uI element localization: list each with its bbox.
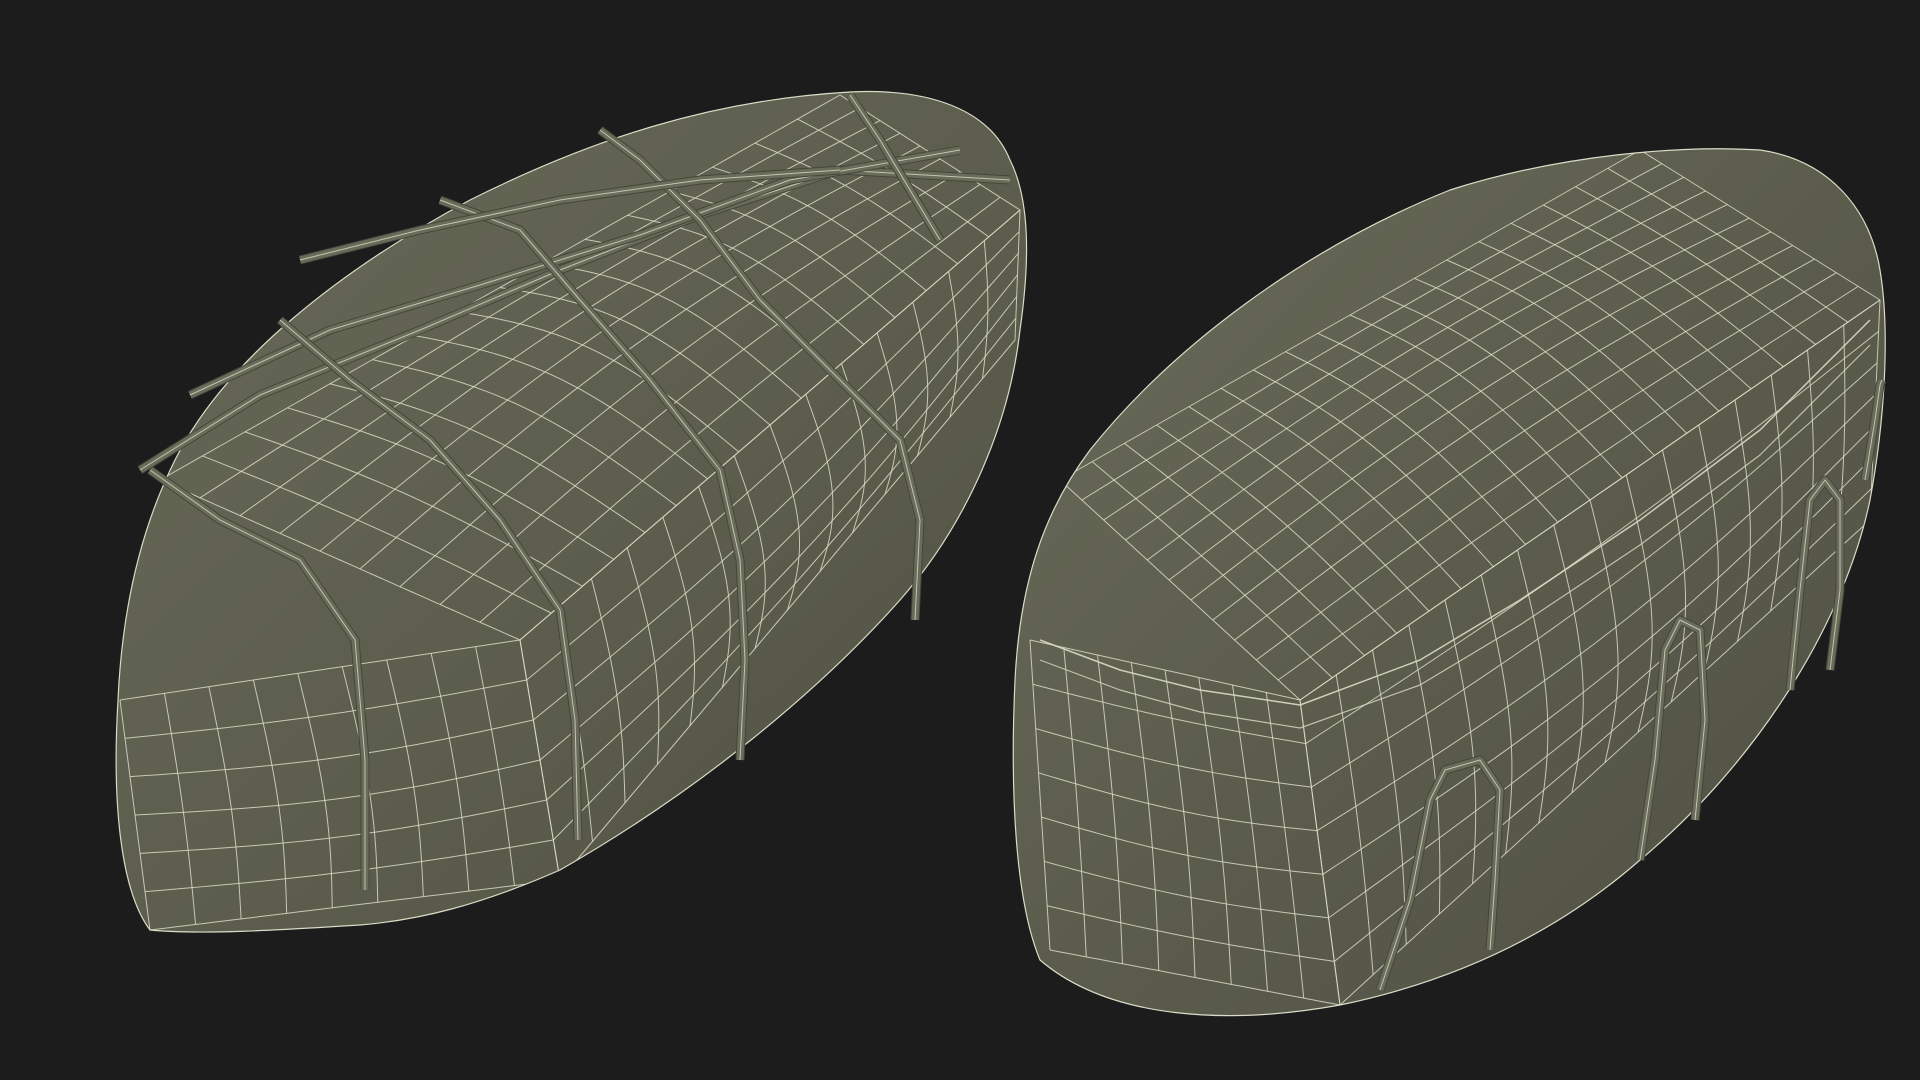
3d-viewport[interactable]: [0, 0, 1920, 1080]
scene-canvas[interactable]: [0, 0, 1920, 1080]
